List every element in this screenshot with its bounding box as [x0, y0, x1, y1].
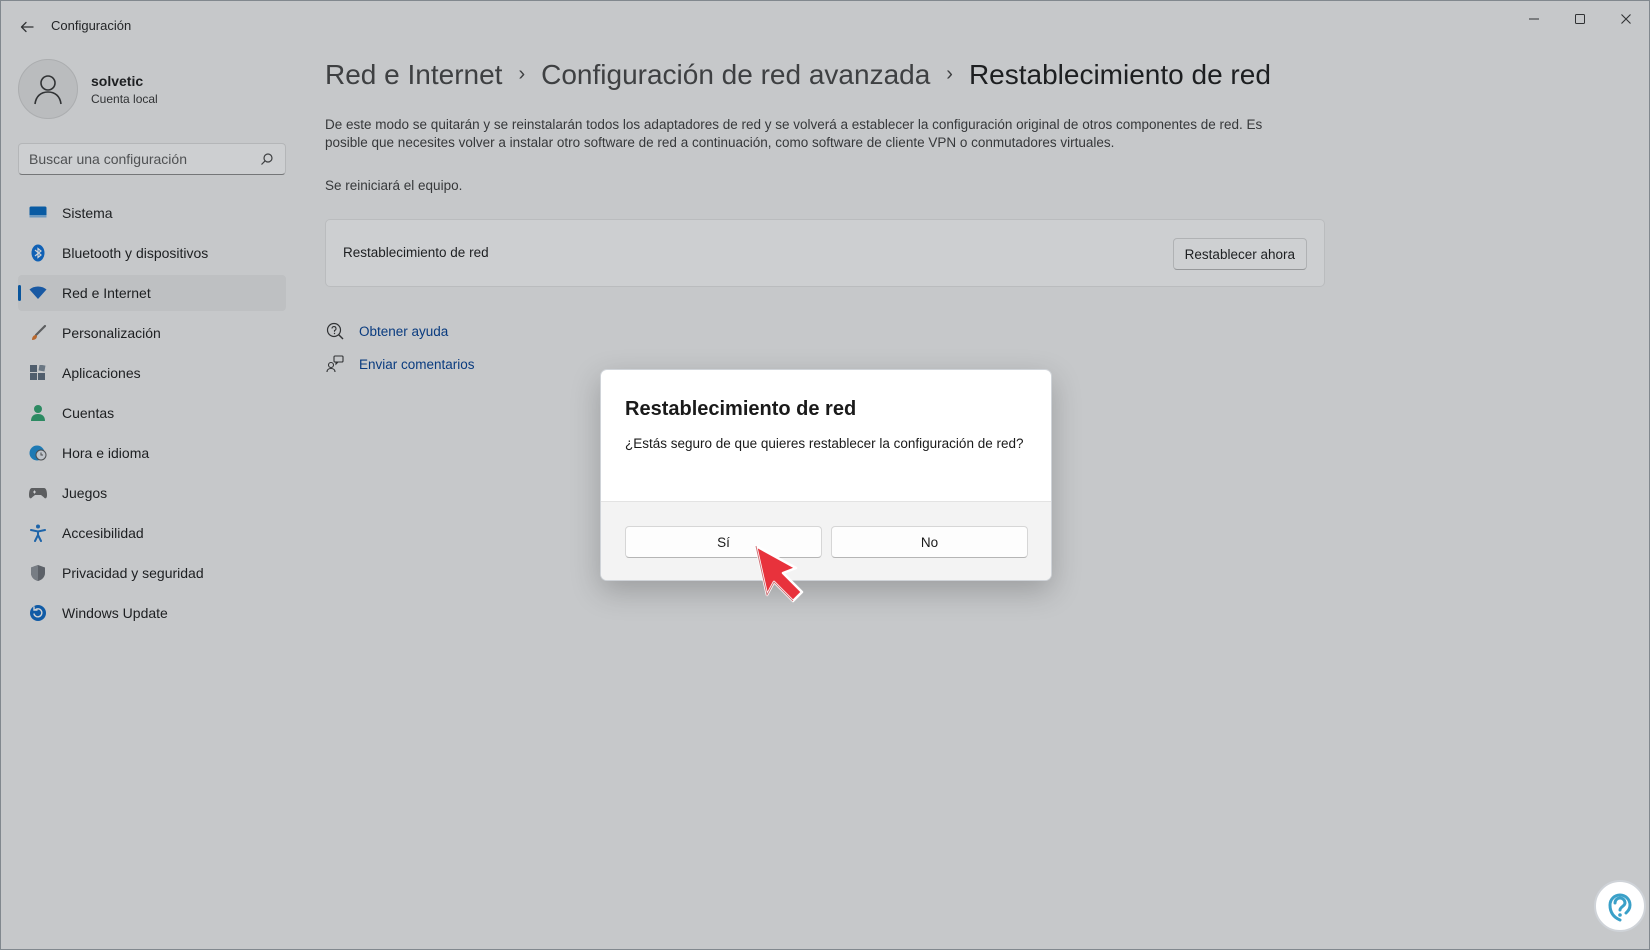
- dialog-message: ¿Estás seguro de que quieres restablecer…: [625, 436, 1024, 451]
- pointer-arrow-icon: [754, 544, 804, 603]
- network-reset-dialog: Restablecimiento de red ¿Estás seguro de…: [600, 369, 1052, 581]
- watermark-logo-icon: [1594, 880, 1646, 932]
- no-button[interactable]: No: [831, 526, 1028, 558]
- dialog-footer: Sí No: [601, 501, 1051, 580]
- dialog-title: Restablecimiento de red: [625, 398, 857, 420]
